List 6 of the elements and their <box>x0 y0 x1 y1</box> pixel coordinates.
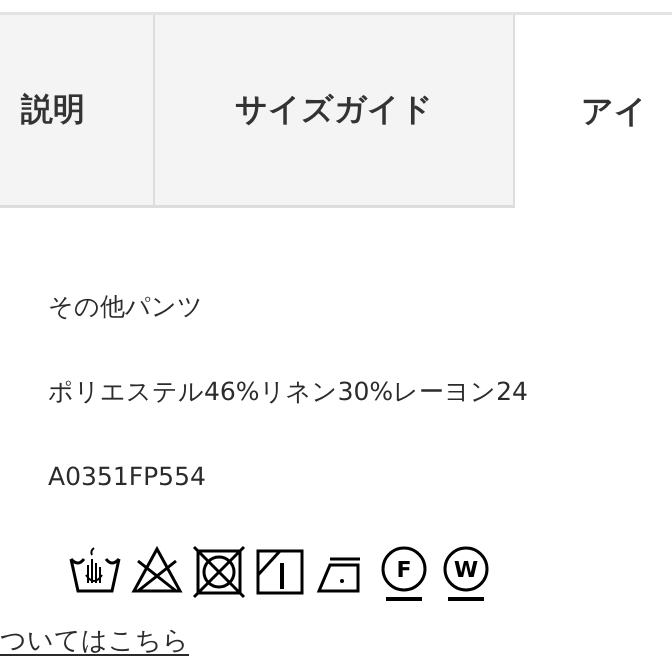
detail-text: A0351FP554 <box>48 461 207 493</box>
tab[interactable]: 説明 <box>0 15 155 208</box>
info-link[interactable]: ついてはこちら <box>0 626 189 656</box>
detail-text: その他パンツ <box>48 291 204 323</box>
detail-text: ポリエステル46%リネン30%レーヨン24 <box>48 376 529 408</box>
tab[interactable]: サイズガイド <box>155 15 515 208</box>
